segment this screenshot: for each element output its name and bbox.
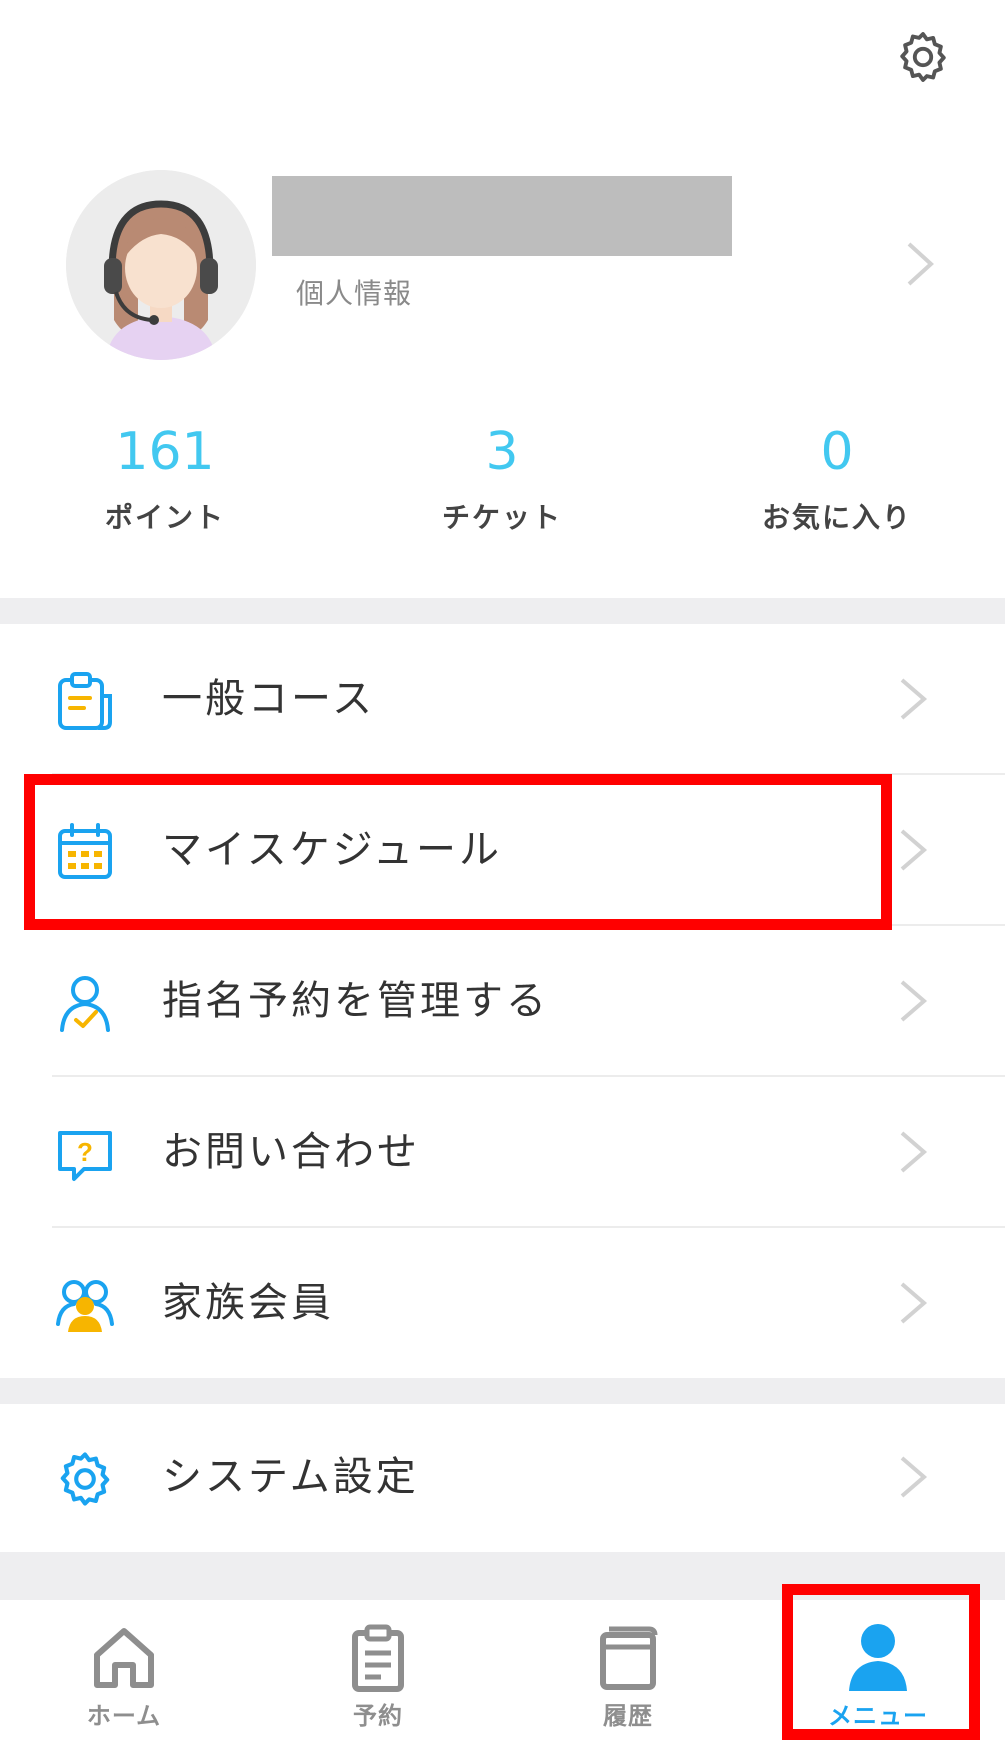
chevron-right-icon xyxy=(907,242,934,286)
headset-woman-avatar xyxy=(66,170,256,360)
svg-text:?: ? xyxy=(77,1137,93,1167)
calendar-icon xyxy=(52,819,118,885)
tab-home[interactable]: ホーム xyxy=(24,1600,224,1740)
clipboard-icon xyxy=(52,668,118,734)
section-separator xyxy=(0,598,1005,624)
stat-value: 3 xyxy=(485,422,519,482)
menu-item-label: 一般コース xyxy=(162,676,375,722)
menu-item-family-member[interactable]: 家族会員 xyxy=(0,1228,1005,1378)
chevron-right-icon xyxy=(900,829,928,871)
menu-item-general-course[interactable]: 一般コース xyxy=(0,624,1005,774)
tab-label: 予約 xyxy=(353,1702,403,1730)
tab-menu[interactable]: メニュー xyxy=(778,1600,978,1740)
book-icon xyxy=(588,1618,668,1698)
chevron-right-icon xyxy=(900,1456,928,1498)
stat-label: ポイント xyxy=(104,501,225,534)
home-icon xyxy=(84,1618,164,1698)
menu-item-contact[interactable]: ? お問い合わせ xyxy=(0,1077,1005,1227)
tab-history[interactable]: 履歴 xyxy=(528,1600,728,1740)
stat-value: 0 xyxy=(820,422,854,482)
stat-value: 161 xyxy=(115,422,215,482)
tab-label: ホーム xyxy=(86,1702,162,1730)
chevron-right-icon xyxy=(900,1282,928,1324)
menu-item-system-settings[interactable]: システム設定 xyxy=(0,1402,1005,1552)
section-separator xyxy=(0,1552,1005,1600)
menu-item-my-schedule[interactable]: マイスケジュール xyxy=(0,775,1005,925)
profile-name-redacted xyxy=(272,176,732,256)
settings-button[interactable] xyxy=(890,24,956,90)
menu-item-label: 指名予約を管理する xyxy=(162,978,549,1024)
chevron-right-icon xyxy=(900,678,928,720)
profile-subtitle: 個人情報 xyxy=(296,277,413,310)
stat-favorites[interactable]: 0 お気に入り xyxy=(717,420,957,536)
avatar xyxy=(66,170,256,360)
stat-tickets[interactable]: 3 チケット xyxy=(382,420,622,536)
user-icon xyxy=(838,1618,918,1698)
chevron-right-icon xyxy=(900,1131,928,1173)
menu-item-manage-nomination[interactable]: 指名予約を管理する xyxy=(0,926,1005,1076)
person-check-icon xyxy=(52,970,118,1036)
stats-row: 161 ポイント 3 チケット 0 お気に入り xyxy=(0,420,1005,560)
menu-item-label: マイスケジュール xyxy=(162,827,502,873)
family-icon xyxy=(52,1272,118,1338)
tab-reservation[interactable]: 予約 xyxy=(278,1600,478,1740)
bottom-tab-bar: ホーム 予約 履歴 メニュー xyxy=(0,1600,1005,1740)
clipboard-icon xyxy=(338,1618,418,1698)
menu-item-label: お問い合わせ xyxy=(162,1129,420,1175)
section-separator xyxy=(0,1378,1005,1404)
tab-label: 履歴 xyxy=(603,1702,653,1730)
gear-icon xyxy=(900,32,946,82)
gear-icon xyxy=(52,1446,118,1512)
menu-item-label: 家族会員 xyxy=(162,1280,334,1326)
question-chat-icon: ? xyxy=(52,1121,118,1187)
tab-label: メニュー xyxy=(828,1702,928,1730)
stat-label: チケット xyxy=(441,501,562,534)
menu-item-label: システム設定 xyxy=(162,1454,419,1500)
chevron-right-icon xyxy=(900,980,928,1022)
stat-points[interactable]: 161 ポイント xyxy=(45,420,285,536)
profile-row[interactable]: 個人情報 xyxy=(0,160,1005,370)
stat-label: お気に入り xyxy=(761,501,912,534)
